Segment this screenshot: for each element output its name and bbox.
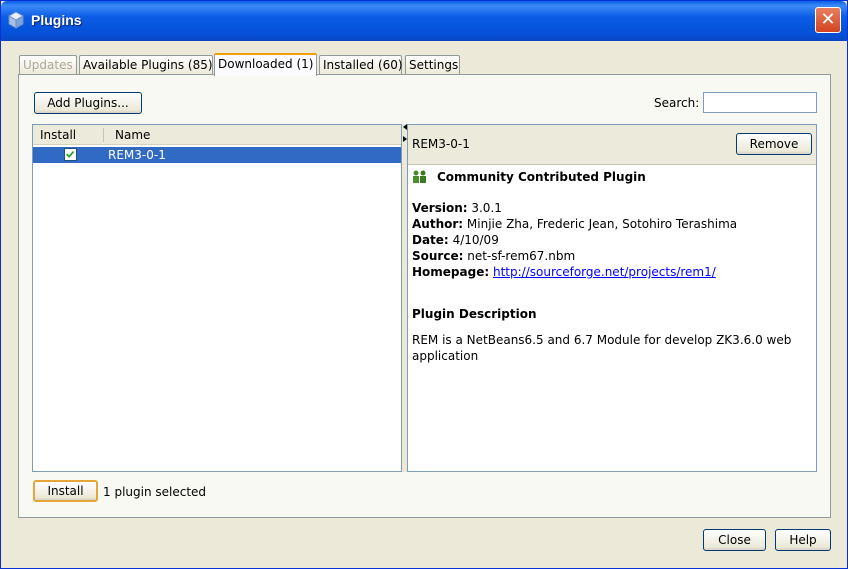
window-title: Plugins bbox=[31, 12, 82, 28]
checkmark-icon bbox=[66, 150, 75, 158]
column-header-install[interactable]: Install bbox=[40, 128, 76, 142]
homepage-label: Homepage: bbox=[412, 265, 490, 279]
title-bar[interactable]: Plugins ✕ bbox=[1, 1, 847, 41]
source-label: Source: bbox=[412, 249, 464, 263]
install-checkbox[interactable] bbox=[64, 148, 77, 161]
install-button[interactable]: Install bbox=[33, 480, 98, 502]
source-row: Source: net-sf-rem67.nbm bbox=[412, 249, 575, 263]
version-row: Version: 3.0.1 bbox=[412, 201, 502, 215]
source-value: net-sf-rem67.nbm bbox=[467, 249, 576, 263]
column-divider[interactable] bbox=[103, 128, 104, 142]
close-button[interactable]: Close bbox=[703, 529, 766, 551]
homepage-link[interactable]: http://sourceforge.net/projects/rem1/ bbox=[493, 265, 716, 279]
author-row: Author: Minjie Zha, Frederic Jean, Sotoh… bbox=[412, 217, 737, 231]
column-header-name[interactable]: Name bbox=[115, 128, 150, 142]
description-title: Plugin Description bbox=[412, 307, 537, 321]
date-value: 4/10/09 bbox=[452, 233, 499, 247]
version-value: 3.0.1 bbox=[471, 201, 502, 215]
help-button[interactable]: Help bbox=[775, 529, 831, 551]
tab-available-plugins[interactable]: Available Plugins (85) bbox=[79, 55, 213, 75]
plugins-dialog: Plugins ✕ Updates Available Plugins (85)… bbox=[0, 0, 848, 569]
selection-status: 1 plugin selected bbox=[103, 485, 207, 499]
author-label: Author: bbox=[412, 217, 464, 231]
tab-settings[interactable]: Settings bbox=[405, 55, 460, 75]
search-label: Search: bbox=[654, 96, 700, 110]
plugin-category: Community Contributed Plugin bbox=[437, 170, 646, 184]
version-label: Version: bbox=[412, 201, 468, 215]
description-text: REM is a NetBeans6.5 and 6.7 Module for … bbox=[412, 333, 792, 363]
plugin-list: Install Name REM3-0-1 bbox=[32, 124, 402, 472]
plugin-title: REM3-0-1 bbox=[412, 137, 470, 151]
search-input[interactable] bbox=[703, 92, 817, 113]
date-label: Date: bbox=[412, 233, 449, 247]
list-header: Install Name bbox=[33, 125, 401, 145]
remove-button[interactable]: Remove bbox=[736, 133, 812, 155]
plugin-detail-panel: REM3-0-1 Remove Community Contributed Pl… bbox=[407, 124, 817, 472]
detail-header: REM3-0-1 Remove bbox=[408, 125, 816, 165]
tab-updates: Updates bbox=[19, 55, 77, 75]
add-plugins-button[interactable]: Add Plugins... bbox=[34, 92, 142, 114]
date-row: Date: 4/10/09 bbox=[412, 233, 499, 247]
table-row[interactable]: REM3-0-1 bbox=[33, 147, 401, 163]
close-icon[interactable]: ✕ bbox=[815, 7, 841, 33]
netbeans-cube-icon bbox=[7, 11, 25, 29]
community-people-icon bbox=[413, 170, 426, 183]
homepage-row: Homepage: http://sourceforge.net/project… bbox=[412, 265, 716, 279]
plugin-name-cell: REM3-0-1 bbox=[108, 148, 166, 162]
author-value: Minjie Zha, Frederic Jean, Sotohiro Tera… bbox=[466, 217, 738, 231]
tab-installed[interactable]: Installed (60) bbox=[319, 55, 403, 75]
tab-downloaded[interactable]: Downloaded (1) bbox=[214, 53, 317, 76]
